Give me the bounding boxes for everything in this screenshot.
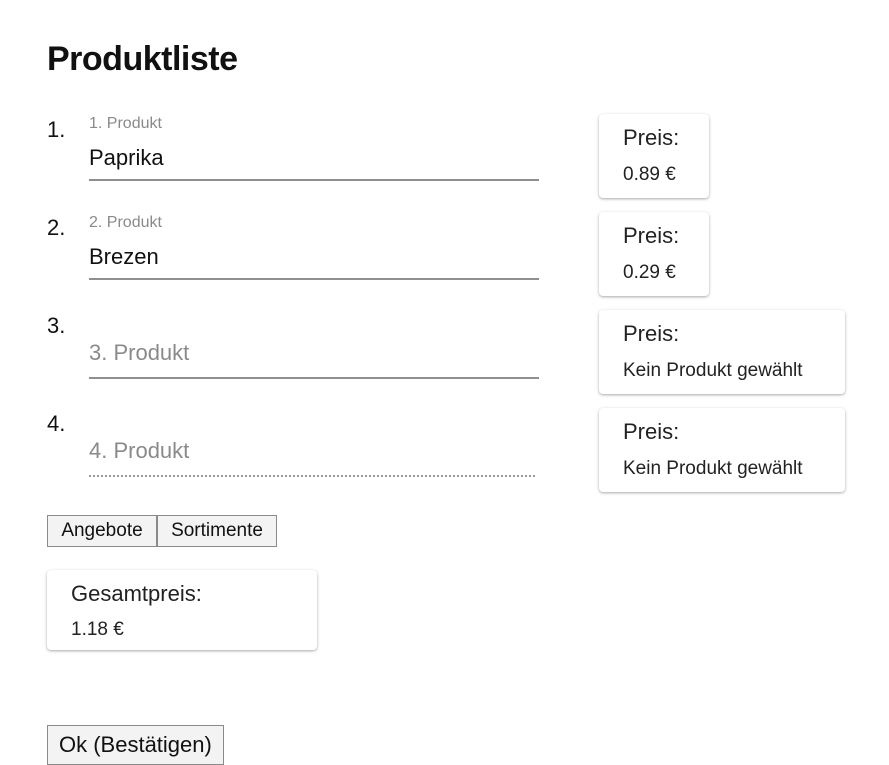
product-field-3-placeholder[interactable]: 3. Produkt xyxy=(89,340,189,366)
price-card-3: Preis: Kein Produkt gewählt xyxy=(599,310,845,394)
product-field-4-placeholder[interactable]: 4. Produkt xyxy=(89,438,189,464)
product-field-2-value[interactable]: Brezen xyxy=(89,244,159,270)
product-field-2-label: 2. Produkt xyxy=(89,214,162,231)
total-price-title: Gesamtpreis: xyxy=(71,581,202,606)
product-field-2[interactable]: 2. Produkt Brezen xyxy=(89,214,539,280)
product-field-1-underline xyxy=(89,179,539,181)
price-card-1-value: 0.89 € xyxy=(623,164,676,185)
row-number-1: 1. xyxy=(47,117,66,142)
page-title: Produktliste xyxy=(47,40,238,78)
total-price-value: 1.18 € xyxy=(71,619,124,640)
product-field-4[interactable]: 4. Produkt xyxy=(89,411,539,477)
product-field-3[interactable]: 3. Produkt xyxy=(89,313,539,379)
price-card-3-title: Preis: xyxy=(623,321,680,346)
product-field-2-underline xyxy=(89,278,539,280)
product-field-4-underline xyxy=(89,475,535,477)
row-number-4: 4. xyxy=(47,411,66,436)
price-card-4: Preis: Kein Produkt gewählt xyxy=(599,408,845,492)
ok-confirm-button[interactable]: Ok (Bestätigen) xyxy=(47,725,224,765)
row-number-2: 2. xyxy=(47,215,66,240)
price-card-2: Preis: 0.29 € xyxy=(599,212,709,296)
price-card-3-value: Kein Produkt gewählt xyxy=(623,360,803,381)
total-price-card: Gesamtpreis: 1.18 € xyxy=(47,570,317,650)
offers-button[interactable]: Angebote xyxy=(47,515,157,547)
product-field-3-underline xyxy=(89,377,539,379)
price-card-1: Preis: 0.89 € xyxy=(599,114,709,198)
price-card-4-title: Preis: xyxy=(623,419,680,444)
price-card-2-title: Preis: xyxy=(623,223,680,248)
row-number-3: 3. xyxy=(47,313,66,338)
price-card-4-value: Kein Produkt gewählt xyxy=(623,458,803,479)
product-field-1[interactable]: 1. Produkt Paprika xyxy=(89,115,539,181)
product-field-1-value[interactable]: Paprika xyxy=(89,145,164,171)
price-card-2-value: 0.29 € xyxy=(623,262,676,283)
product-field-1-label: 1. Produkt xyxy=(89,115,162,132)
assortments-button[interactable]: Sortimente xyxy=(157,515,277,547)
price-card-1-title: Preis: xyxy=(623,125,680,150)
